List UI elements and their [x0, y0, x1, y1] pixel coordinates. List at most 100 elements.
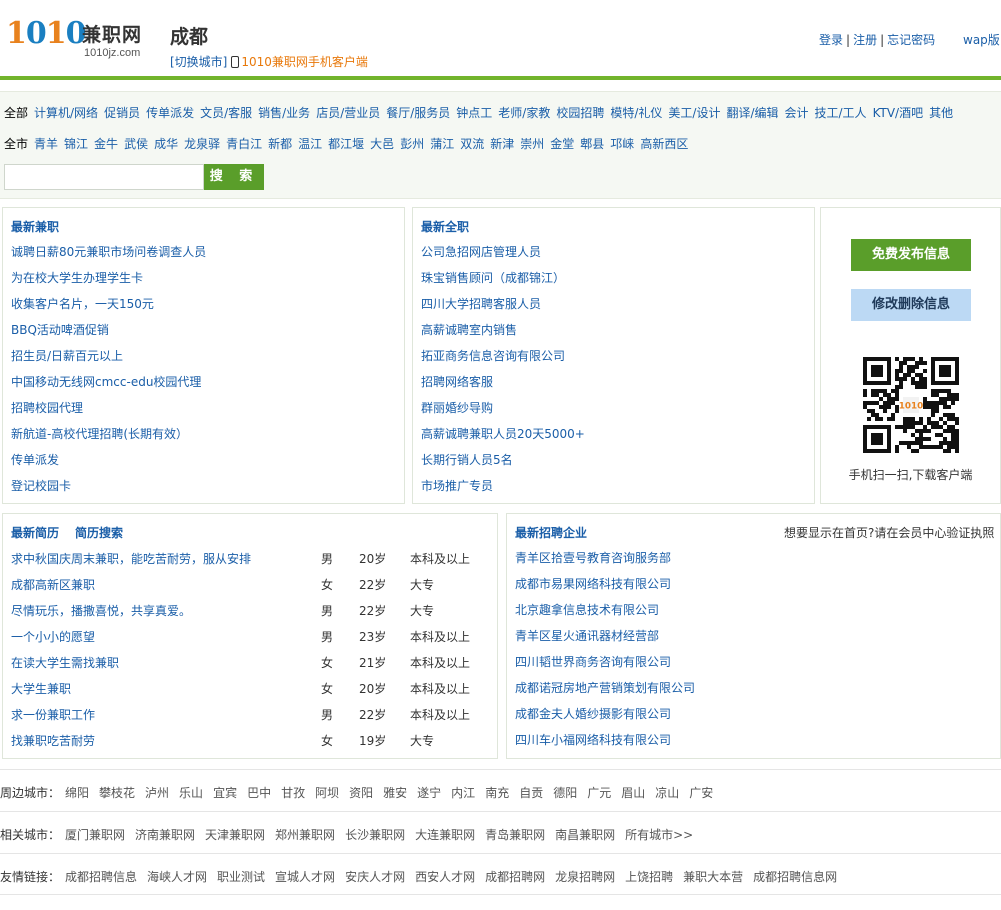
- category-link[interactable]: 技工/工人: [815, 106, 867, 120]
- category-link[interactable]: 会计: [785, 106, 809, 120]
- related-city-link[interactable]: 长沙兼职网: [345, 828, 405, 842]
- related-city-link[interactable]: 大连兼职网: [415, 828, 475, 842]
- district-link[interactable]: 新津: [490, 137, 514, 151]
- friend-link[interactable]: 兼职大本营: [683, 870, 743, 884]
- category-link[interactable]: 其他: [929, 106, 953, 120]
- friend-link[interactable]: 上饶招聘: [625, 870, 673, 884]
- district-link[interactable]: 武侯: [124, 137, 148, 151]
- fulltime-job-link[interactable]: 群丽婚纱导购: [421, 401, 493, 415]
- company-link[interactable]: 青羊区拾壹号教育咨询服务部: [515, 551, 671, 565]
- friend-link[interactable]: 成都招聘信息网: [753, 870, 837, 884]
- related-city-link[interactable]: 济南兼职网: [135, 828, 195, 842]
- district-link[interactable]: 崇州: [520, 137, 544, 151]
- district-link[interactable]: 郫县: [580, 137, 604, 151]
- switch-city-link[interactable]: [切换城市]: [170, 55, 227, 69]
- nearby-city-link[interactable]: 泸州: [145, 786, 169, 800]
- mobile-client-link[interactable]: 1010兼职网手机客户端: [241, 55, 368, 69]
- nearby-city-link[interactable]: 攀枝花: [99, 786, 135, 800]
- panel-title[interactable]: 最新兼职: [11, 218, 59, 235]
- district-link[interactable]: 温江: [298, 137, 322, 151]
- company-link[interactable]: 四川韬世界商务咨询有限公司: [515, 655, 671, 669]
- nearby-city-link[interactable]: 内江: [451, 786, 475, 800]
- nearby-city-link[interactable]: 广元: [587, 786, 611, 800]
- company-link[interactable]: 成都诺冠房地产营销策划有限公司: [515, 681, 695, 695]
- category-link[interactable]: 计算机/网络: [34, 106, 98, 120]
- register-link[interactable]: 注册: [853, 33, 877, 47]
- resume-title-link[interactable]: 成都高新区兼职: [11, 578, 95, 592]
- nearby-city-link[interactable]: 乐山: [179, 786, 203, 800]
- parttime-job-link[interactable]: 新航道-高校代理招聘(长期有效）: [11, 427, 188, 441]
- nearby-city-link[interactable]: 南充: [485, 786, 509, 800]
- category-link[interactable]: 店员/营业员: [316, 106, 380, 120]
- related-city-link[interactable]: 厦门兼职网: [65, 828, 125, 842]
- nearby-city-link[interactable]: 资阳: [349, 786, 373, 800]
- district-link[interactable]: 青白江: [226, 137, 262, 151]
- district-link[interactable]: 金牛: [94, 137, 118, 151]
- category-all[interactable]: 全部: [4, 106, 28, 120]
- category-link[interactable]: 美工/设计: [668, 106, 720, 120]
- friend-link[interactable]: 成都招聘网: [485, 870, 545, 884]
- fulltime-job-link[interactable]: 珠宝销售顾问（成都锦江）: [421, 271, 565, 285]
- district-link[interactable]: 锦江: [64, 137, 88, 151]
- nearby-city-link[interactable]: 凉山: [655, 786, 679, 800]
- district-link[interactable]: 成华: [154, 137, 178, 151]
- district-link[interactable]: 龙泉驿: [184, 137, 220, 151]
- nearby-city-link[interactable]: 雅安: [383, 786, 407, 800]
- nearby-city-link[interactable]: 阿坝: [315, 786, 339, 800]
- company-link[interactable]: 青羊区星火通讯器材经营部: [515, 629, 659, 643]
- district-link[interactable]: 高新西区: [640, 137, 688, 151]
- resume-title-link[interactable]: 尽情玩乐，播撒喜悦，共享真爱。: [11, 604, 191, 618]
- search-button[interactable]: 搜 索: [204, 164, 264, 190]
- resume-title-link[interactable]: 一个小小的愿望: [11, 630, 95, 644]
- district-link[interactable]: 蒲江: [430, 137, 454, 151]
- district-link[interactable]: 邛崃: [610, 137, 634, 151]
- nearby-city-link[interactable]: 甘孜: [281, 786, 305, 800]
- company-link[interactable]: 成都金夫人婚纱摄影有限公司: [515, 707, 671, 721]
- fulltime-job-link[interactable]: 高薪诚聘室内销售: [421, 323, 517, 337]
- category-link[interactable]: 促销员: [104, 106, 140, 120]
- category-link[interactable]: 模特/礼仪: [610, 106, 662, 120]
- company-link[interactable]: 成都市易果网络科技有限公司: [515, 577, 671, 591]
- modify-button[interactable]: 修改删除信息: [851, 289, 971, 321]
- friend-link[interactable]: 成都招聘信息: [65, 870, 137, 884]
- friend-link[interactable]: 龙泉招聘网: [555, 870, 615, 884]
- panel-title[interactable]: 最新招聘企业: [515, 524, 587, 541]
- district-link[interactable]: 金堂: [550, 137, 574, 151]
- district-all[interactable]: 全市: [4, 137, 28, 151]
- category-link[interactable]: KTV/酒吧: [873, 106, 924, 120]
- site-logo[interactable]: 1010 兼职网 1010jz.com: [6, 14, 156, 60]
- fulltime-job-link[interactable]: 长期行销人员5名: [421, 453, 513, 467]
- nearby-city-link[interactable]: 德阳: [553, 786, 577, 800]
- nearby-city-link[interactable]: 宜宾: [213, 786, 237, 800]
- resume-title-link[interactable]: 求中秋国庆周末兼职，能吃苦耐劳，服从安排: [11, 552, 251, 566]
- resume-title-link[interactable]: 大学生兼职: [11, 682, 71, 696]
- related-city-link[interactable]: 青岛兼职网: [485, 828, 545, 842]
- login-link[interactable]: 登录: [819, 33, 843, 47]
- friend-link[interactable]: 宣城人才网: [275, 870, 335, 884]
- search-input[interactable]: [4, 164, 204, 190]
- parttime-job-link[interactable]: 诚聘日薪80元兼职市场问卷调查人员: [11, 245, 206, 259]
- friend-link[interactable]: 职业测试: [217, 870, 265, 884]
- resume-title-link[interactable]: 在读大学生需找兼职: [11, 656, 119, 670]
- category-link[interactable]: 翻译/编辑: [726, 106, 778, 120]
- friend-link[interactable]: 安庆人才网: [345, 870, 405, 884]
- category-link[interactable]: 餐厅/服务员: [386, 106, 450, 120]
- category-link[interactable]: 文员/客服: [200, 106, 252, 120]
- company-link[interactable]: 北京趣拿信息技术有限公司: [515, 603, 659, 617]
- district-link[interactable]: 都江堰: [328, 137, 364, 151]
- district-link[interactable]: 大邑: [370, 137, 394, 151]
- forgot-password-link[interactable]: 忘记密码: [887, 33, 935, 47]
- parttime-job-link[interactable]: 传单派发: [11, 453, 59, 467]
- category-link[interactable]: 传单派发: [146, 106, 194, 120]
- related-city-link[interactable]: 所有城市>>: [625, 828, 693, 842]
- related-city-link[interactable]: 南昌兼职网: [555, 828, 615, 842]
- district-link[interactable]: 新都: [268, 137, 292, 151]
- fulltime-job-link[interactable]: 四川大学招聘客服人员: [421, 297, 541, 311]
- fulltime-job-link[interactable]: 招聘网络客服: [421, 375, 493, 389]
- parttime-job-link[interactable]: 中国移动无线网cmcc-edu校园代理: [11, 375, 201, 389]
- parttime-job-link[interactable]: 登记校园卡: [11, 479, 71, 493]
- fulltime-job-link[interactable]: 拓亚商务信息咨询有限公司: [421, 349, 565, 363]
- panel-title[interactable]: 最新全职: [421, 218, 469, 235]
- fulltime-job-link[interactable]: 公司急招网店管理人员: [421, 245, 541, 259]
- nearby-city-link[interactable]: 巴中: [247, 786, 271, 800]
